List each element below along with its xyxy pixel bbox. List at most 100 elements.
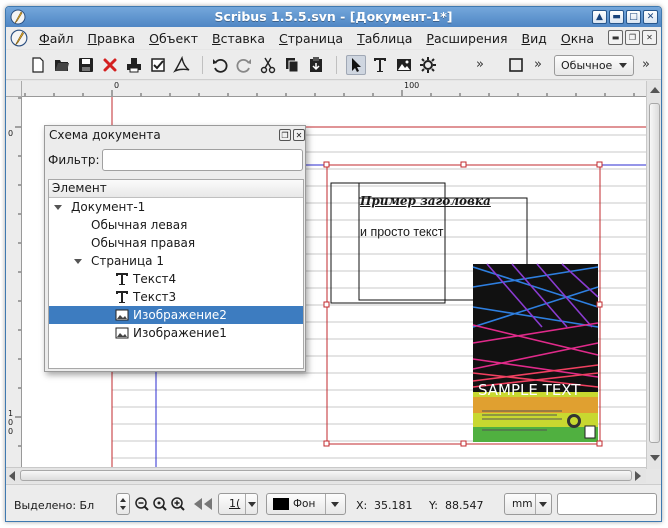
menu-insert[interactable]: Вставка <box>205 31 272 46</box>
filter-input[interactable] <box>102 149 303 171</box>
tree-row-image2[interactable]: Изображение2 <box>49 306 303 324</box>
tree-row-label: Текст3 <box>133 290 177 304</box>
units-select[interactable]: mm <box>504 493 552 515</box>
expand-triangle-icon[interactable] <box>74 259 82 264</box>
menu-edit[interactable]: Правка <box>81 31 143 46</box>
x-coordinate-value: 35.181 <box>374 499 413 512</box>
scribus-window: Scribus 1.5.5.svn - [Документ-1*] ▲ ▬ □ … <box>5 6 662 522</box>
doc-restore-button[interactable]: ❐ <box>625 30 640 45</box>
new-document-icon[interactable] <box>28 55 48 75</box>
horizontal-scroll-thumb[interactable] <box>20 470 632 481</box>
menu-bar: Файл Правка Объект Вставка Страница Табл… <box>6 27 661 49</box>
outline-tree[interactable]: Элемент Документ-1 Обычная левая Обычная… <box>48 179 304 369</box>
vertical-ruler[interactable]: 0 1 0 0 <box>6 97 22 467</box>
zoom-100-icon[interactable] <box>152 493 168 515</box>
units-value: mm <box>512 498 533 510</box>
open-icon[interactable] <box>52 55 72 75</box>
vruler-label-2: 0 <box>8 418 14 427</box>
layer-chevron-down-icon <box>331 502 339 507</box>
copy-icon[interactable] <box>282 55 302 75</box>
shade-button[interactable]: ▲ <box>592 10 607 24</box>
vruler-label-3: 0 <box>8 427 14 436</box>
scroll-down-icon[interactable] <box>650 455 660 461</box>
zoom-in-icon[interactable] <box>170 493 186 515</box>
vruler-label-0: 0 <box>8 129 14 138</box>
menu-table[interactable]: Таблица <box>350 31 419 46</box>
title-bar: Scribus 1.5.5.svn - [Документ-1*] ▲ ▬ □ … <box>6 7 661 27</box>
tree-row-text4[interactable]: Текст4 <box>49 270 303 288</box>
horizontal-ruler[interactable]: 0 100 <box>22 81 646 97</box>
edit-mode-value: Обычное <box>561 59 613 72</box>
scroll-right-icon[interactable] <box>635 471 641 481</box>
menu-file[interactable]: Файл <box>32 31 81 46</box>
page-number-field[interactable]: 1( <box>218 493 258 515</box>
expand-triangle-icon[interactable] <box>54 205 62 210</box>
zoom-out-icon[interactable] <box>134 493 150 515</box>
panel-close-button[interactable]: ✕ <box>293 129 305 141</box>
text-frame-icon[interactable] <box>370 55 390 75</box>
tree-row-master-right[interactable]: Обычная правая <box>49 234 303 252</box>
panel-float-button[interactable]: ❐ <box>279 129 291 141</box>
text-frame-icon <box>116 273 128 285</box>
layer-select[interactable]: Фон <box>266 493 346 515</box>
menu-windows[interactable]: Окна <box>554 31 601 46</box>
paste-icon[interactable] <box>306 55 326 75</box>
ruler-label-100: 100 <box>404 81 420 90</box>
doc-close-button[interactable]: ✕ <box>642 30 657 45</box>
scroll-left-icon[interactable] <box>9 471 15 481</box>
sample-image[interactable]: SAMPLE TEXT <box>472 263 599 442</box>
toolbar-more-icon-2[interactable]: » <box>534 57 542 72</box>
menu-item[interactable]: Объект <box>142 31 205 46</box>
page-chevron-down-icon[interactable] <box>248 502 256 507</box>
window-title: Scribus 1.5.5.svn - [Документ-1*] <box>214 9 453 24</box>
menu-view[interactable]: Вид <box>514 31 553 46</box>
scroll-up-icon[interactable] <box>650 87 660 93</box>
body-text[interactable]: и просто текст <box>360 225 444 239</box>
vertical-scrollbar[interactable] <box>646 81 661 469</box>
print-icon[interactable] <box>124 55 144 75</box>
toolbar-more-icon-3[interactable]: » <box>642 57 650 72</box>
menu-page[interactable]: Страница <box>272 31 350 46</box>
app-menu-icon[interactable] <box>10 29 28 47</box>
tree-row-label: Обычная правая <box>91 236 196 250</box>
horizontal-scrollbar[interactable] <box>6 467 646 483</box>
vertical-scroll-thumb[interactable] <box>649 103 660 443</box>
tree-row-image1[interactable]: Изображение1 <box>49 324 303 342</box>
previous-page-icon[interactable] <box>190 493 216 515</box>
heading-text[interactable]: Пример заголовка <box>360 194 491 208</box>
redo-icon[interactable] <box>234 55 254 75</box>
y-coordinate-label: Y: <box>429 499 438 512</box>
close-icon[interactable] <box>100 55 120 75</box>
tree-row-label: Обычная левая <box>91 218 188 232</box>
zoom-spin-button[interactable] <box>116 493 130 515</box>
tree-column-header[interactable]: Элемент <box>49 180 303 198</box>
render-frame-icon[interactable] <box>418 55 438 75</box>
filter-label: Фильтр: <box>48 153 100 167</box>
status-extra-field[interactable] <box>557 493 657 515</box>
undo-icon[interactable] <box>210 55 230 75</box>
save-icon[interactable] <box>76 55 96 75</box>
minimize-button[interactable]: ▬ <box>609 10 624 24</box>
tree-row-label: Текст4 <box>133 272 177 286</box>
export-pdf-icon[interactable] <box>172 55 192 75</box>
image-caption: SAMPLE TEXT <box>478 381 581 399</box>
tree-row-text3[interactable]: Текст3 <box>49 288 303 306</box>
window-close-button[interactable]: ✕ <box>643 10 658 24</box>
tree-row-document[interactable]: Документ-1 <box>49 198 303 216</box>
outline-panel: Схема документа ❐ ✕ Фильтр: Элемент Доку… <box>44 125 306 372</box>
frame-icon[interactable] <box>506 55 526 75</box>
image-frame-icon[interactable] <box>394 55 414 75</box>
menu-extras[interactable]: Расширения <box>419 31 514 46</box>
doc-minimize-button[interactable]: ▬ <box>608 30 623 45</box>
status-bar: Выделено: Бл 1( Фон X: 35.181 Y: 88.547 … <box>6 484 661 521</box>
preflight-check-icon[interactable] <box>148 55 168 75</box>
tree-row-master-left[interactable]: Обычная левая <box>49 216 303 234</box>
ruler-corner[interactable] <box>6 81 22 97</box>
cut-icon[interactable] <box>258 55 278 75</box>
select-icon[interactable] <box>346 55 366 75</box>
toolbar-more-icon[interactable]: » <box>476 57 484 72</box>
layer-name: Фон <box>293 498 316 510</box>
edit-mode-select[interactable]: Обычное <box>554 55 634 76</box>
maximize-button[interactable]: □ <box>626 10 641 24</box>
tree-row-page[interactable]: Страница 1 <box>49 252 303 270</box>
